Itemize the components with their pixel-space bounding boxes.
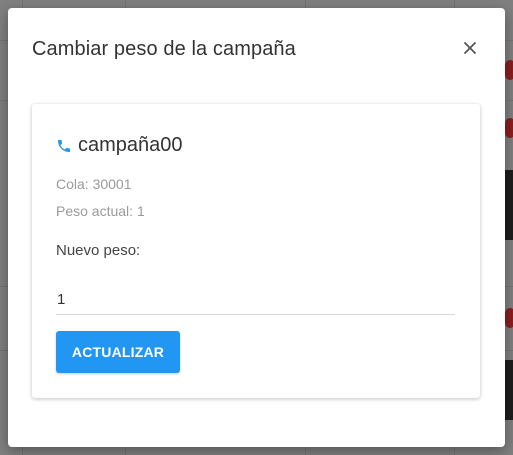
new-weight-label: Nuevo peso: — [56, 242, 141, 259]
campaign-card: campaña00 Cola: 30001 Peso actual: 1 Nue… — [32, 104, 480, 398]
current-weight-info: Peso actual: 1 — [56, 203, 145, 219]
background-status-dot — [505, 118, 513, 138]
change-weight-dialog: Cambiar peso de la campaña campaña00 Col… — [8, 8, 505, 447]
background-dark-block — [505, 360, 513, 420]
background-status-dot — [505, 60, 513, 80]
queue-info: Cola: 30001 — [56, 176, 132, 192]
background-dark-block — [505, 170, 513, 240]
background-status-dot — [505, 308, 513, 328]
close-icon — [464, 42, 476, 54]
campaign-name: campaña00 — [78, 134, 183, 156]
campaign-header: campaña00 — [56, 134, 183, 157]
close-button[interactable] — [458, 36, 482, 60]
new-weight-input[interactable] — [56, 284, 455, 315]
dialog-title: Cambiar peso de la campaña — [32, 38, 296, 60]
phone-icon — [58, 139, 70, 152]
update-button[interactable]: ACTUALIZAR — [56, 331, 180, 373]
